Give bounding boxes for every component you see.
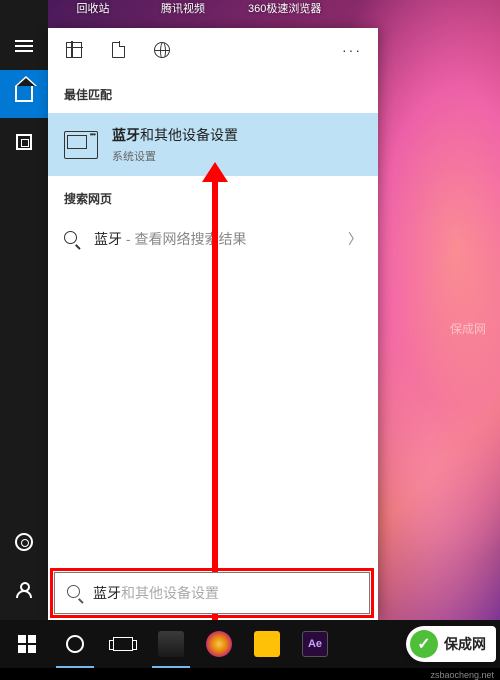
- filter-documents-button[interactable]: [96, 28, 140, 72]
- taskview-icon: [113, 637, 133, 651]
- taskbar-app-3[interactable]: [244, 620, 290, 668]
- watermark-badge: ✓ 保成网: [406, 626, 496, 662]
- hamburger-icon: [15, 40, 33, 52]
- filter-all-button[interactable]: [52, 28, 96, 72]
- watermark-brand: 保成网: [444, 634, 486, 654]
- web-search-result[interactable]: 蓝牙 - 查看网络搜索结果 〉: [48, 217, 378, 261]
- app-icon: [206, 631, 232, 657]
- search-icon: [67, 585, 83, 601]
- cortana-icon: [66, 635, 84, 653]
- pinned-icon: [16, 134, 32, 150]
- start-button[interactable]: [4, 620, 50, 668]
- best-match-title: 蓝牙和其他设备设置: [112, 125, 238, 145]
- desktop-icon-browser[interactable]: 360极速浏览器: [248, 0, 298, 28]
- app-icon: [158, 631, 184, 657]
- best-match-result[interactable]: 蓝牙和其他设备设置 系统设置: [48, 113, 378, 176]
- user-icon: [16, 582, 32, 598]
- gear-icon: [15, 533, 33, 551]
- menu-button[interactable]: [0, 22, 48, 70]
- filter-web-button[interactable]: [140, 28, 184, 72]
- app-icon: [254, 631, 280, 657]
- cortana-button[interactable]: [52, 620, 98, 668]
- search-input-box[interactable]: 蓝牙和其他设备设置: [54, 572, 370, 614]
- desktop-icon-recycle[interactable]: 回收站: [68, 0, 118, 28]
- best-match-header: 最佳匹配: [48, 72, 378, 113]
- taskview-button[interactable]: [100, 620, 146, 668]
- pinned-button[interactable]: [0, 118, 48, 166]
- search-web-header: 搜索网页: [48, 176, 378, 217]
- home-button[interactable]: [0, 70, 48, 118]
- taskbar-app-1[interactable]: [148, 620, 194, 668]
- ellipsis-icon: ···: [342, 42, 362, 58]
- chevron-right-icon: 〉: [348, 229, 362, 249]
- taskbar-app-2[interactable]: [196, 620, 242, 668]
- search-results-panel: ··· 最佳匹配 蓝牙和其他设备设置 系统设置 搜索网页 蓝牙 - 查看网络搜索…: [48, 28, 378, 620]
- search-icon: [64, 231, 80, 247]
- app-icon: Ae: [302, 631, 328, 657]
- search-input-text: 蓝牙和其他设备设置: [93, 583, 219, 603]
- grid-icon: [66, 42, 82, 58]
- search-filter-toolbar: ···: [48, 28, 378, 72]
- user-button[interactable]: [0, 566, 48, 614]
- desktop-icons-row: 回收站 腾讯视频 360极速浏览器: [48, 0, 500, 28]
- more-options-button[interactable]: ···: [330, 28, 374, 72]
- devices-settings-icon: [64, 131, 98, 159]
- desktop-icon-video[interactable]: 腾讯视频: [158, 0, 208, 28]
- settings-button[interactable]: [0, 518, 48, 566]
- taskbar-app-4[interactable]: Ae: [292, 620, 338, 668]
- watermark-url: zsbaocheng.net: [430, 670, 494, 680]
- web-result-label: 蓝牙 - 查看网络搜索结果: [94, 229, 246, 249]
- start-left-rail: [0, 0, 48, 620]
- best-match-subtitle: 系统设置: [112, 148, 238, 164]
- globe-icon: [154, 42, 170, 58]
- check-icon: ✓: [410, 630, 438, 658]
- watermark-mid: 保成网: [450, 320, 486, 337]
- windows-icon: [18, 635, 36, 653]
- home-icon: [15, 86, 33, 102]
- document-icon: [112, 42, 125, 58]
